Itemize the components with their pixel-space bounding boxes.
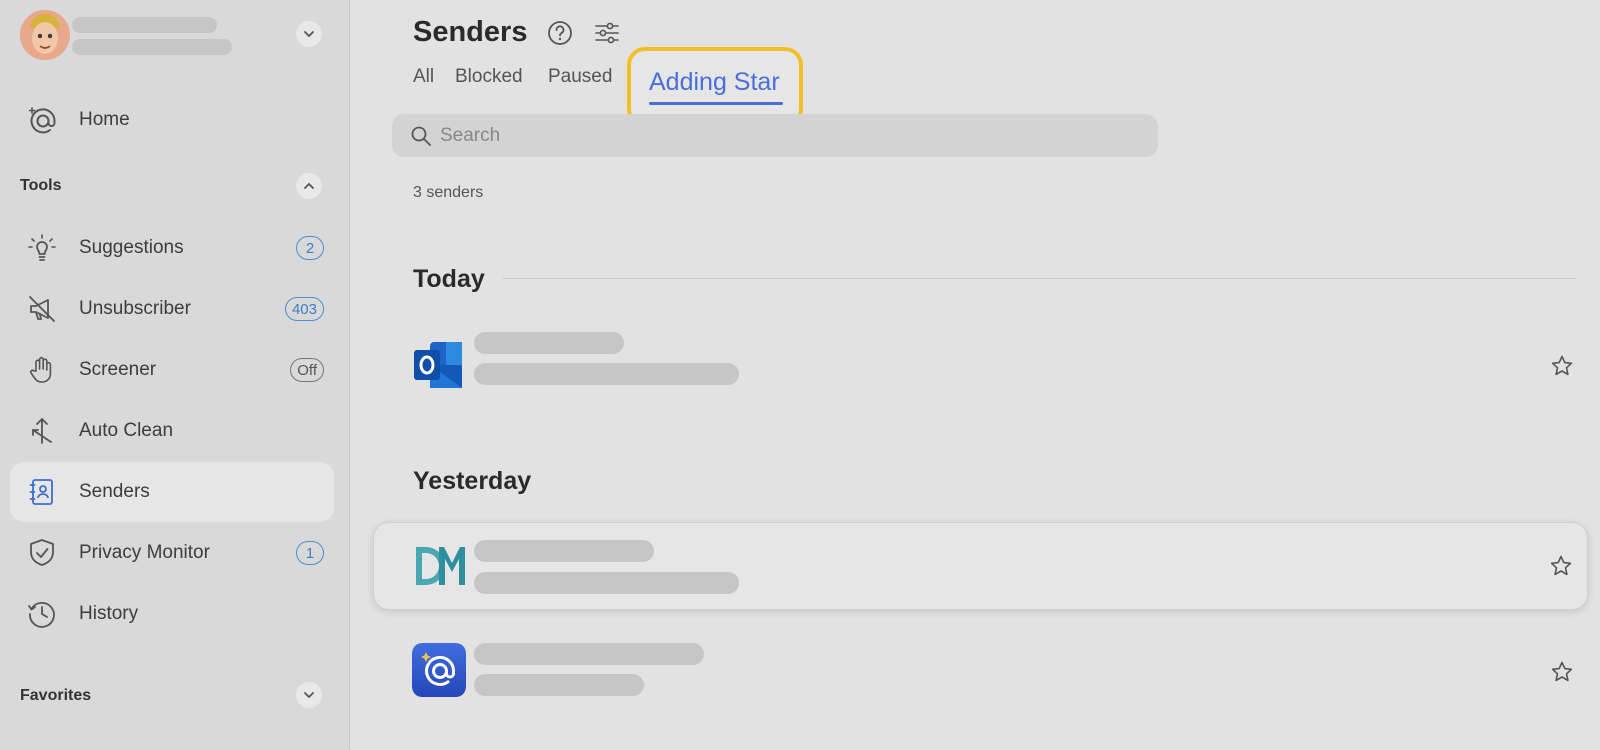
- arrows-icon: [32, 418, 52, 444]
- sender-row[interactable]: [373, 626, 1588, 714]
- tab-paused[interactable]: Paused: [548, 66, 612, 88]
- sidebar-item-auto-clean[interactable]: Auto Clean: [10, 401, 334, 461]
- hand-icon: [29, 356, 52, 383]
- account-name-placeholder: [72, 17, 217, 33]
- chevron-down-icon: [304, 31, 314, 38]
- sender-count: 3 senders: [413, 184, 484, 201]
- tab-all[interactable]: All: [413, 66, 434, 88]
- search-icon: [411, 126, 431, 146]
- sidebar-item-label: Screener: [79, 359, 157, 380]
- account-menu-button[interactable]: [296, 21, 322, 47]
- filter-settings-icon[interactable]: [593, 19, 621, 47]
- clock-icon: [28, 602, 55, 628]
- mail-app-logo-icon: [412, 643, 466, 697]
- tools-collapse-button[interactable]: [296, 173, 322, 199]
- search-input[interactable]: [440, 114, 1140, 157]
- shield-check-icon: [30, 539, 54, 566]
- suggestions-count-badge: 2: [296, 236, 324, 260]
- privacy-count-badge: 1: [296, 541, 324, 565]
- sidebar-item-unsubscriber[interactable]: Unsubscriber 403: [10, 279, 334, 339]
- contacts-book-icon: [29, 479, 53, 505]
- sender-name-placeholder: [474, 643, 704, 665]
- screener-status-badge: Off: [290, 358, 324, 382]
- tab-blocked[interactable]: Blocked: [455, 66, 523, 88]
- favorites-section-label: Favorites: [20, 687, 92, 704]
- favorites-expand-button[interactable]: [296, 682, 322, 708]
- sidebar: Home Tools Suggestions 2 Unsubscriber 40…: [0, 0, 350, 750]
- sidebar-item-label: Privacy Monitor: [79, 542, 210, 563]
- active-tab-indicator: [649, 102, 783, 105]
- star-icon[interactable]: [1549, 554, 1573, 578]
- at-sign-icon: [28, 107, 56, 134]
- unsubscriber-count-badge: 403: [284, 297, 324, 321]
- sidebar-item-senders[interactable]: Senders: [10, 462, 334, 522]
- account-switcher[interactable]: [20, 10, 330, 60]
- sidebar-item-screener[interactable]: Screener Off: [10, 340, 334, 400]
- page-title: Senders: [413, 16, 528, 48]
- group-divider: [503, 278, 1576, 279]
- sidebar-item-suggestions[interactable]: Suggestions 2: [10, 218, 334, 278]
- sidebar-item-label: Unsubscriber: [79, 298, 191, 319]
- muted-megaphone-icon: [29, 296, 55, 322]
- sidebar-item-label: Home: [79, 109, 130, 130]
- sidebar-item-home[interactable]: Home: [10, 90, 334, 150]
- sender-email-placeholder: [474, 674, 644, 696]
- sidebar-item-label: Senders: [79, 481, 150, 502]
- dm-logo-icon: [416, 547, 465, 585]
- group-title-yesterday: Yesterday: [413, 467, 532, 495]
- sidebar-item-history[interactable]: History: [10, 584, 334, 644]
- lightbulb-icon: [28, 234, 56, 261]
- group-title-today: Today: [413, 265, 485, 293]
- chevron-up-icon: [304, 182, 314, 189]
- sender-email-placeholder: [474, 572, 739, 594]
- sender-email-placeholder: [474, 363, 739, 385]
- sender-name-placeholder: [474, 332, 624, 354]
- search-bar[interactable]: [392, 114, 1158, 157]
- sidebar-item-privacy-monitor[interactable]: Privacy Monitor 1: [10, 523, 334, 583]
- sender-row[interactable]: [373, 321, 1588, 409]
- outlook-logo-icon: [414, 342, 462, 388]
- avatar: [20, 10, 70, 60]
- sender-name-placeholder: [474, 540, 654, 562]
- tab-adding-star-label: Adding Star: [649, 68, 780, 96]
- sidebar-item-label: Auto Clean: [79, 420, 174, 441]
- sidebar-item-label: History: [79, 603, 139, 624]
- senders-panel: Senders All Blocked Paused Adding Star 3…: [351, 0, 1600, 750]
- sidebar-item-label: Suggestions: [79, 237, 184, 258]
- account-email-placeholder: [72, 39, 232, 55]
- star-icon[interactable]: [1550, 354, 1574, 378]
- help-icon[interactable]: [546, 19, 574, 47]
- star-icon[interactable]: [1550, 660, 1574, 684]
- chevron-down-icon: [304, 692, 314, 699]
- sender-row[interactable]: [373, 522, 1588, 610]
- tools-section-label: Tools: [20, 177, 62, 194]
